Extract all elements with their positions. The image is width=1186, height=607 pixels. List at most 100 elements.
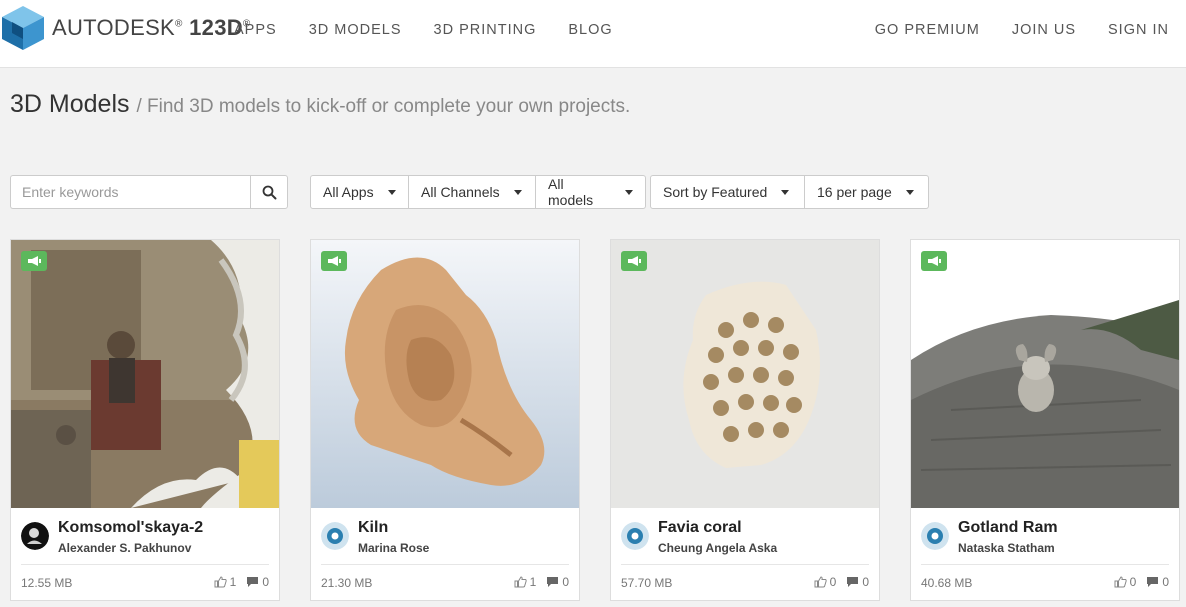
model-thumbnail[interactable] bbox=[611, 240, 879, 508]
model-meta: Gotland Ram Nataska Statham bbox=[921, 519, 1169, 559]
sort-dropdown-label: Sort by Featured bbox=[663, 184, 768, 200]
avatar[interactable] bbox=[921, 522, 949, 550]
like-count-value: 0 bbox=[829, 575, 837, 589]
like-count[interactable]: 1 bbox=[214, 575, 237, 589]
avatar[interactable] bbox=[21, 522, 49, 550]
sort-group: Sort by Featured 16 per page bbox=[650, 175, 929, 209]
models-dropdown-label: All models bbox=[548, 176, 594, 208]
divider bbox=[621, 564, 869, 565]
comment-count-value: 0 bbox=[1162, 575, 1169, 589]
model-card[interactable]: Gotland Ram Nataska Statham 40.68 MB 0 0 bbox=[910, 239, 1180, 601]
megaphone-icon bbox=[628, 256, 641, 266]
model-card[interactable]: Favia coral Cheung Angela Aska 57.70 MB … bbox=[610, 239, 880, 601]
nav-apps[interactable]: APPS bbox=[234, 22, 277, 38]
channels-dropdown-label: All Channels bbox=[421, 184, 500, 200]
chevron-down-icon bbox=[387, 189, 396, 195]
comment-count[interactable]: 0 bbox=[846, 575, 869, 589]
featured-badge bbox=[621, 251, 647, 271]
avatar[interactable] bbox=[621, 522, 649, 550]
nav-blog[interactable]: BLOG bbox=[568, 22, 612, 38]
nav-3d-printing[interactable]: 3D PRINTING bbox=[434, 22, 537, 38]
channels-dropdown[interactable]: All Channels bbox=[409, 175, 536, 209]
model-name[interactable]: Komsomol'skaya-2 bbox=[58, 519, 203, 537]
top-navbar: AUTODESK® 123D® APPS 3D MODELS 3D PRINTI… bbox=[0, 0, 1186, 68]
featured-badge bbox=[321, 251, 347, 271]
nav-3d-models[interactable]: 3D MODELS bbox=[309, 22, 402, 38]
thumbs-up-icon bbox=[514, 576, 527, 588]
chevron-down-icon bbox=[781, 189, 790, 195]
model-stats: 1 0 bbox=[214, 575, 269, 589]
author-name[interactable]: Marina Rose bbox=[358, 541, 429, 555]
chevron-down-icon bbox=[905, 189, 914, 195]
models-dropdown[interactable]: All models bbox=[536, 175, 646, 209]
filter-bar: All Apps All Channels All models Sort by… bbox=[310, 175, 933, 209]
comment-icon bbox=[547, 577, 559, 587]
author-name[interactable]: Cheung Angela Aska bbox=[658, 541, 777, 555]
page-title-text: 3D Models bbox=[10, 90, 130, 118]
author-name[interactable]: Alexander S. Pakhunov bbox=[58, 541, 191, 555]
search-input[interactable] bbox=[10, 175, 250, 209]
model-thumbnail[interactable] bbox=[911, 240, 1179, 508]
model-meta: Komsomol'skaya-2 Alexander S. Pakhunov bbox=[21, 519, 269, 559]
comment-count[interactable]: 0 bbox=[1146, 575, 1169, 589]
divider bbox=[921, 564, 1169, 565]
featured-badge bbox=[21, 251, 47, 271]
like-count-value: 1 bbox=[529, 575, 537, 589]
file-size: 12.55 MB bbox=[21, 576, 73, 590]
megaphone-icon bbox=[928, 256, 941, 266]
like-count[interactable]: 1 bbox=[514, 575, 537, 589]
model-card[interactable]: Komsomol'skaya-2 Alexander S. Pakhunov 1… bbox=[10, 239, 280, 601]
comment-count-value: 0 bbox=[862, 575, 869, 589]
comment-count-value: 0 bbox=[262, 575, 269, 589]
page-subtitle: / Find 3D models to kick-off or complete… bbox=[136, 96, 631, 117]
comment-icon bbox=[847, 577, 859, 587]
apps-dropdown[interactable]: All Apps bbox=[310, 175, 409, 209]
comment-count[interactable]: 0 bbox=[246, 575, 269, 589]
account-nav: GO PREMIUM JOIN US SIGN IN bbox=[875, 0, 1169, 60]
per-page-dropdown-label: 16 per page bbox=[817, 184, 892, 200]
model-name[interactable]: Gotland Ram bbox=[958, 519, 1058, 537]
chevron-down-icon bbox=[625, 189, 633, 195]
search-icon bbox=[262, 185, 276, 199]
model-name[interactable]: Favia coral bbox=[658, 519, 742, 537]
model-card[interactable]: Kiln Marina Rose 21.30 MB 1 0 bbox=[310, 239, 580, 601]
megaphone-icon bbox=[328, 256, 341, 266]
search-button[interactable] bbox=[250, 175, 288, 209]
per-page-dropdown[interactable]: 16 per page bbox=[805, 175, 929, 209]
search-bar bbox=[10, 175, 288, 209]
like-count[interactable]: 0 bbox=[814, 575, 837, 589]
like-count[interactable]: 0 bbox=[1114, 575, 1137, 589]
featured-badge bbox=[921, 251, 947, 271]
chevron-down-icon bbox=[513, 189, 522, 195]
page-title: 3D Models / Find 3D models to kick-off o… bbox=[10, 90, 630, 119]
avatar[interactable] bbox=[321, 522, 349, 550]
nav-join-us[interactable]: JOIN US bbox=[1012, 22, 1076, 38]
thumbs-up-icon bbox=[214, 576, 227, 588]
main-nav: APPS 3D MODELS 3D PRINTING BLOG bbox=[234, 0, 645, 60]
nav-go-premium[interactable]: GO PREMIUM bbox=[875, 22, 980, 38]
divider bbox=[321, 564, 569, 565]
model-meta: Kiln Marina Rose bbox=[321, 519, 569, 559]
comment-icon bbox=[1147, 577, 1159, 587]
divider bbox=[21, 564, 269, 565]
model-stats: 0 0 bbox=[1114, 575, 1169, 589]
like-count-value: 0 bbox=[1129, 575, 1137, 589]
filter-group: All Apps All Channels All models bbox=[310, 175, 646, 209]
brand-logo[interactable]: AUTODESK® 123D® bbox=[0, 4, 251, 52]
apps-dropdown-label: All Apps bbox=[323, 184, 374, 200]
sort-dropdown[interactable]: Sort by Featured bbox=[650, 175, 805, 209]
thumbs-up-icon bbox=[1114, 576, 1127, 588]
author-name[interactable]: Nataska Statham bbox=[958, 541, 1055, 555]
file-size: 40.68 MB bbox=[921, 576, 973, 590]
thumbs-up-icon bbox=[814, 576, 827, 588]
model-meta: Favia coral Cheung Angela Aska bbox=[621, 519, 869, 559]
model-stats: 0 0 bbox=[814, 575, 869, 589]
comment-count[interactable]: 0 bbox=[546, 575, 569, 589]
model-name[interactable]: Kiln bbox=[358, 519, 388, 537]
model-thumbnail[interactable] bbox=[11, 240, 279, 508]
megaphone-icon bbox=[28, 256, 41, 266]
comment-count-value: 0 bbox=[562, 575, 569, 589]
model-thumbnail[interactable] bbox=[311, 240, 579, 508]
nav-sign-in[interactable]: SIGN IN bbox=[1108, 22, 1169, 38]
like-count-value: 1 bbox=[229, 575, 237, 589]
